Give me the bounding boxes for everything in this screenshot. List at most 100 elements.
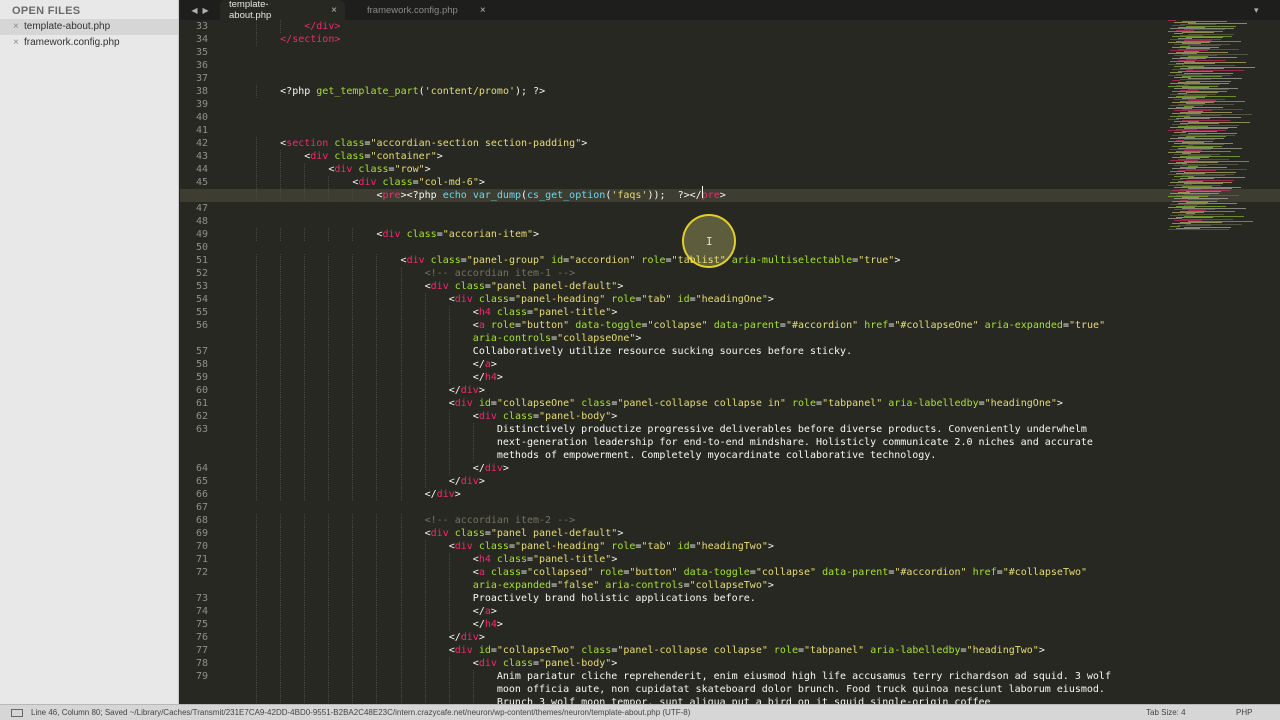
close-icon[interactable]: × [13,19,24,35]
indent-guide [256,20,258,33]
line-number [180,683,224,696]
code-token: </ [472,372,485,383]
indent-guide [352,696,354,704]
forward-arrow-icon[interactable]: ▶ [203,6,209,15]
code-token: "collapseOne" [557,333,636,344]
indent-guide [376,696,378,704]
minimap-line [1168,20,1176,21]
minimap-line [1180,24,1216,25]
indent-guide [256,527,258,540]
code-token: 'content/promo' [424,86,515,97]
code-token: div [460,476,479,487]
indent-guide [304,358,306,371]
indent-guide [424,449,426,462]
code-token: > [635,333,642,344]
tab-framework-config[interactable]: framework.config.php × [345,0,486,20]
tab-size-indicator[interactable]: Tab Size: 4 [1146,708,1236,717]
code-line[interactable]: <pre><?php echo var_dump(cs_get_option('… [180,189,1280,202]
indent-guide [352,449,354,462]
line-number: 48 [195,216,208,227]
close-icon[interactable]: × [13,35,24,51]
indent-guide [304,540,306,553]
code-token: cs_get_option [527,190,606,201]
sidebar-file-framework-config[interactable]: × framework.config.php [0,35,178,51]
code-token: Anim pariatur cliche reprehenderit, enim… [496,671,1111,682]
close-icon[interactable]: × [331,5,337,16]
code-token: > [490,606,497,617]
syntax-indicator[interactable]: PHP [1236,708,1280,717]
back-arrow-icon[interactable]: ◀ [191,6,197,15]
indent-guide [280,306,282,319]
code-token: class [472,294,509,305]
indent-guide [472,696,474,704]
code-token: </ [472,359,485,370]
line-number: 58 [195,359,208,370]
indent-guide [376,579,378,592]
indent-guide [400,267,402,280]
indent-guide [400,397,402,410]
line-number: 50 [195,242,208,253]
code-token: "panel-group" [466,255,546,266]
indent-guide [472,423,474,436]
code-token: "true" [858,255,895,266]
code-token: class [328,151,365,162]
indent-guide [352,527,354,540]
indent-guide [304,267,306,280]
indent-guide [280,358,282,371]
code-token: role [605,294,636,305]
code-token: > [533,229,540,240]
tab-dropdown-icon[interactable]: ▾ [1254,0,1280,20]
indent-guide [256,176,258,189]
indent-guide [256,488,258,501]
indent-guide [280,397,282,410]
minimap-line [1172,25,1185,26]
indent-guide [304,644,306,657]
indent-guide [472,670,474,683]
code-token: aria-expanded [978,320,1063,331]
indent-guide [376,410,378,423]
indent-guide [328,683,330,696]
code-token: > [767,580,774,591]
minimap-line [1168,229,1229,230]
code-token: > [611,307,618,318]
indent-guide [400,618,402,631]
minimap-line [1170,171,1185,172]
indent-guide [280,319,282,332]
indent-guide [304,319,306,332]
line-number: 66 [195,489,208,500]
indent-guide [424,293,426,306]
indent-guide [328,592,330,605]
code-editor[interactable]: 3334353637383940414243444546474849505152… [180,20,1280,704]
ibeam-cursor-icon: I [706,235,713,248]
code-token: role [593,567,624,578]
indent-guide [256,319,258,332]
code-token: role [484,320,515,331]
indent-guide [328,254,330,267]
code-token: "panel-title" [533,307,612,318]
indent-guide [424,371,426,384]
indent-guide [328,293,330,306]
code-token: "panel-heading" [514,294,606,305]
indent-guide [328,384,330,397]
code-token: next-generation leadership for end-to-en… [496,437,1093,448]
code-token: div [454,645,473,656]
indent-guide [400,605,402,618]
code-token: href [858,320,889,331]
line-number: 77 [195,645,208,656]
indent-guide [352,384,354,397]
indent-guide [352,644,354,657]
indent-guide [280,384,282,397]
indent-guide [280,280,282,293]
panel-toggle-icon[interactable] [11,708,23,717]
indent-guide [424,436,426,449]
indent-guide [256,423,258,436]
indent-guide [352,306,354,319]
minimap[interactable] [1168,20,1280,704]
code-area[interactable]: </div> </section> <?php get_template_part(… [180,20,1280,704]
indent-guide [448,358,450,371]
tab-template-about[interactable]: template-about.php × [220,0,345,21]
indent-guide [280,475,282,488]
minimap-line [1168,218,1182,219]
close-icon[interactable]: × [480,5,486,16]
sidebar-file-template-about[interactable]: × template-about.php [0,19,178,35]
